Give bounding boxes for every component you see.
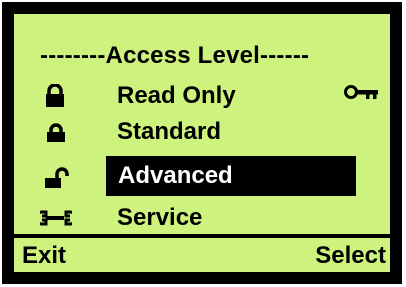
key-icon — [344, 85, 378, 99]
menu-item-label: Advanced — [118, 162, 233, 189]
menu-item-read-only[interactable]: Read Only — [14, 78, 390, 118]
lock-open-icon — [45, 167, 69, 188]
menu-item-label: Service — [117, 204, 203, 231]
wrench-icon — [40, 210, 72, 226]
menu-item-standard[interactable]: Standard — [14, 114, 390, 154]
lock-half-icon — [47, 123, 65, 142]
menu-item-advanced[interactable]: Advanced — [14, 156, 390, 196]
lcd-screen: --------Access Level------ Read Only Sta… — [2, 2, 402, 284]
softkey-bar: Exit Select — [14, 236, 390, 272]
menu-item-label: Read Only — [117, 82, 236, 109]
menu-item-label: Standard — [117, 118, 222, 145]
screen-title: --------Access Level------ — [40, 42, 310, 69]
select-softkey[interactable]: Select — [315, 242, 386, 270]
lock-closed-icon — [46, 84, 64, 107]
exit-softkey[interactable]: Exit — [22, 242, 66, 270]
